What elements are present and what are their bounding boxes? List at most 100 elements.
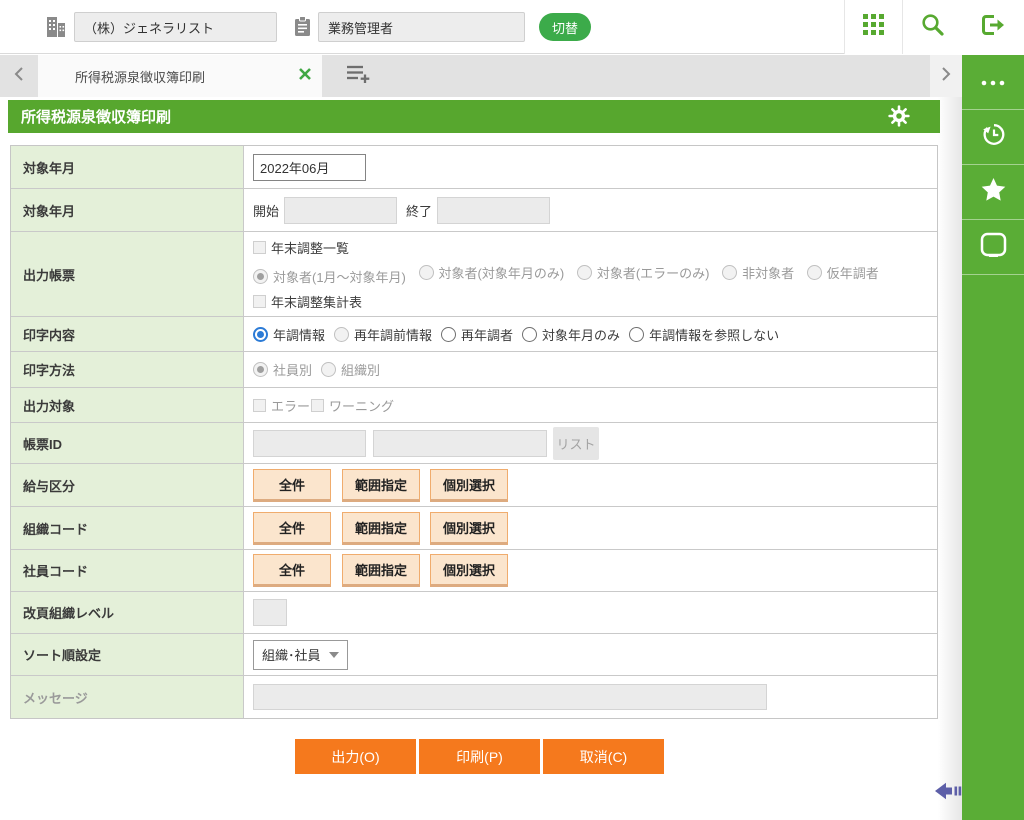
period-end-input	[437, 196, 551, 224]
content-edge-shadow	[938, 97, 962, 820]
salary-class-range-button[interactable]: 範囲指定	[342, 468, 420, 502]
output-target-label: 出力対象	[11, 388, 244, 422]
salary-class-label: 給与区分	[11, 464, 244, 506]
print-method-option-0[interactable]: 社員別	[253, 360, 312, 379]
print-method-option-1[interactable]: 組織別	[321, 360, 380, 379]
company-building-icon	[46, 16, 66, 43]
row-sort-order: ソート順設定 組織･社員	[11, 634, 937, 676]
add-tab-button[interactable]	[336, 55, 380, 97]
org-code-all-button[interactable]: 全件	[253, 511, 331, 545]
sidebar-history-button[interactable]	[962, 110, 1024, 165]
row-target-month: 対象年月	[11, 146, 937, 189]
employee-code-range-button[interactable]: 範囲指定	[342, 554, 420, 587]
row-target-period: 対象年月 開始 終了	[11, 189, 937, 232]
org-code-select-button[interactable]: 個別選択	[430, 511, 508, 545]
tab-close-icon[interactable]	[298, 67, 312, 86]
print-content-option-2[interactable]: 再年調者	[441, 325, 513, 344]
org-code-label: 組織コード	[11, 507, 244, 549]
target-option-1[interactable]: 対象者(対象年月のみ)	[418, 263, 564, 282]
switch-button[interactable]: 切替	[539, 13, 591, 41]
yearend-summary-option[interactable]: 年末調整集計表	[253, 292, 362, 311]
tab-active[interactable]: 所得税源泉徴収簿印刷	[38, 55, 322, 97]
row-output-target: 出力対象 エラー ワーニング	[11, 388, 937, 423]
message-label: メッセージ	[11, 676, 244, 718]
print-content-option-1[interactable]: 再年調前情報	[334, 325, 432, 344]
role-input[interactable]	[318, 12, 525, 42]
sidebar-memo-button[interactable]	[962, 220, 1024, 275]
history-icon	[980, 121, 1007, 153]
yearend-list-option[interactable]: 年末調整一覧	[253, 238, 349, 257]
period-end-label: 終了	[406, 203, 433, 219]
search-button[interactable]	[902, 0, 962, 54]
print-button[interactable]: 印刷(P)	[419, 739, 540, 774]
report-id-list-button: リスト	[553, 426, 599, 460]
employee-code-all-button[interactable]: 全件	[253, 554, 331, 587]
apps-menu-button[interactable]	[844, 0, 902, 54]
print-settings-form: 対象年月 対象年月 開始 終了 出力帳票 年末調整一覧 対象者(1月～対象年月)	[10, 145, 938, 719]
report-id-label: 帳票ID	[11, 423, 244, 463]
page-break-level-label: 改頁組織レベル	[11, 592, 244, 633]
page-break-level-input	[253, 599, 287, 626]
target-option-3[interactable]: 非対象者	[722, 263, 794, 282]
output-target-option-0[interactable]: エラー	[253, 396, 310, 415]
tab-bar: 所得税源泉徴収簿印刷	[0, 55, 962, 97]
role-clipboard-icon	[294, 16, 311, 42]
target-month-input[interactable]	[253, 153, 366, 181]
target-month-label: 対象年月	[11, 146, 244, 188]
more-dots-icon	[981, 73, 1005, 91]
chevron-right-icon	[940, 66, 952, 87]
settings-gear-icon[interactable]	[888, 105, 910, 132]
message-input	[253, 684, 767, 710]
row-message: メッセージ	[11, 676, 937, 718]
row-salary-class: 給与区分 全件 範囲指定 個別選択	[11, 464, 937, 507]
row-page-break-level: 改頁組織レベル	[11, 592, 937, 634]
star-icon	[980, 177, 1007, 208]
print-content-label: 印字内容	[11, 317, 244, 351]
sidebar-favorites-button[interactable]	[962, 165, 1024, 220]
org-code-range-button[interactable]: 範囲指定	[342, 511, 420, 545]
period-start-label: 開始	[253, 203, 280, 219]
yearend-summary-checkbox[interactable]	[253, 294, 266, 308]
chevron-left-icon	[13, 66, 25, 87]
target-option-0[interactable]: 対象者(1月～対象年月)	[253, 267, 406, 286]
report-id-input-1	[253, 429, 366, 457]
target-option-4[interactable]: 仮年調者	[806, 263, 879, 282]
output-report-label: 出力帳票	[11, 232, 244, 316]
row-print-method: 印字方法 社員別 組織別	[11, 352, 937, 388]
page-title: 所得税源泉徴収簿印刷	[21, 109, 172, 126]
salary-class-select-button[interactable]: 個別選択	[430, 468, 508, 502]
chevron-down-icon	[328, 651, 339, 658]
logout-icon	[981, 14, 1006, 41]
sort-order-select[interactable]: 組織･社員	[253, 639, 348, 670]
output-button[interactable]: 出力(O)	[295, 739, 416, 774]
sort-order-label: ソート順設定	[11, 634, 244, 675]
memo-panel-icon	[980, 232, 1007, 262]
row-output-report: 出力帳票 年末調整一覧 対象者(1月～対象年月) 対象者(対象年月のみ) 対象者…	[11, 232, 937, 317]
tab-scroll-right-button[interactable]	[930, 55, 962, 97]
print-method-label: 印字方法	[11, 352, 244, 387]
period-start-input	[284, 196, 398, 224]
logout-button[interactable]	[962, 0, 1024, 54]
tab-title: 所得税源泉徴収簿印刷	[75, 69, 206, 85]
sidebar-more-button[interactable]	[962, 55, 1024, 110]
row-print-content: 印字内容 年調情報 再年調前情報 再年調者 対象年月のみ 年調情報を参照しない	[11, 317, 937, 352]
search-icon	[921, 13, 944, 41]
tab-scroll-left-button[interactable]	[0, 55, 38, 97]
target-period-label: 対象年月	[11, 189, 244, 231]
print-content-option-3[interactable]: 対象年月のみ	[522, 325, 620, 344]
action-bar: 出力(O) 印刷(P) 取消(C)	[295, 739, 664, 774]
yearend-list-checkbox[interactable]	[253, 240, 266, 254]
page-title-bar: 所得税源泉徴収簿印刷	[8, 100, 940, 133]
company-input[interactable]	[74, 12, 277, 42]
print-content-option-4[interactable]: 年調情報を参照しない	[629, 325, 779, 344]
add-tab-icon	[346, 64, 371, 89]
employee-code-select-button[interactable]: 個別選択	[430, 554, 508, 587]
collapse-panel-icon[interactable]	[934, 780, 962, 807]
cancel-button[interactable]: 取消(C)	[543, 739, 664, 774]
row-report-id: 帳票ID リスト	[11, 423, 937, 464]
salary-class-all-button[interactable]: 全件	[253, 468, 331, 502]
output-target-option-1[interactable]: ワーニング	[311, 396, 394, 415]
target-option-2[interactable]: 対象者(エラーのみ)	[576, 263, 709, 282]
print-content-option-0[interactable]: 年調情報	[253, 325, 325, 344]
report-id-input-2	[373, 429, 547, 457]
